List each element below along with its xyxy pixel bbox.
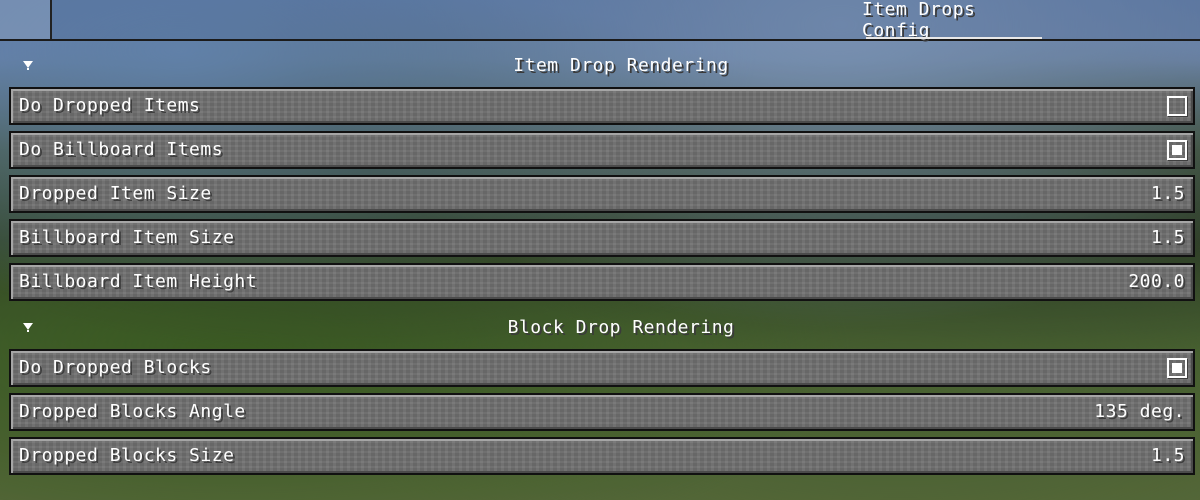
checkbox-checked[interactable] (1167, 140, 1187, 160)
option-row-dropped-item-size[interactable]: Dropped Item Size 1.5 (9, 175, 1195, 213)
option-label: Do Dropped Items (19, 95, 201, 116)
option-label: Do Billboard Items (19, 139, 224, 160)
option-label: Billboard Item Size (19, 227, 235, 248)
active-tab-underline (866, 37, 1042, 39)
option-label: Do Dropped Blocks (19, 357, 212, 378)
tab-item-drops-config[interactable]: Item Drops Config (862, 0, 1046, 41)
option-row-billboard-item-size[interactable]: Billboard Item Size 1.5 (9, 219, 1195, 257)
option-value[interactable]: 1.5 (1151, 221, 1185, 255)
option-row-billboard-item-height[interactable]: Billboard Item Height 200.0 (9, 263, 1195, 301)
option-row-do-billboard-items[interactable]: Do Billboard Items (9, 131, 1195, 169)
config-list[interactable]: Item Drop Rendering Do Dropped Items Do … (0, 41, 1200, 500)
option-row-do-dropped-items[interactable]: Do Dropped Items (9, 87, 1195, 125)
option-label: Dropped Blocks Size (19, 445, 235, 466)
section-header-block-drop-rendering[interactable]: Block Drop Rendering (0, 305, 1200, 349)
option-label: Dropped Item Size (19, 183, 212, 204)
tab-previous[interactable] (0, 0, 52, 39)
section-header-item-drop-rendering[interactable]: Item Drop Rendering (0, 43, 1200, 87)
section-title: Item Drop Rendering (513, 54, 729, 76)
option-row-do-dropped-blocks[interactable]: Do Dropped Blocks (9, 349, 1195, 387)
tab-label: Item Drops Config (862, 0, 976, 41)
option-row-dropped-blocks-size[interactable]: Dropped Blocks Size 1.5 (9, 437, 1195, 475)
option-value[interactable]: 1.5 (1151, 177, 1185, 211)
option-label: Dropped Blocks Angle (19, 401, 246, 422)
option-label: Billboard Item Height (19, 271, 258, 292)
option-value[interactable]: 200.0 (1128, 265, 1185, 299)
checkbox-unchecked[interactable] (1167, 96, 1187, 116)
checkbox-checked[interactable] (1167, 358, 1187, 378)
section-title: Block Drop Rendering (507, 316, 735, 338)
option-value[interactable]: 1.5 (1151, 439, 1185, 473)
option-row-dropped-blocks-angle[interactable]: Dropped Blocks Angle 135 deg. (9, 393, 1195, 431)
tab-bar: Item Drops Config (0, 0, 1200, 41)
option-value[interactable]: 135 deg. (1094, 395, 1185, 429)
